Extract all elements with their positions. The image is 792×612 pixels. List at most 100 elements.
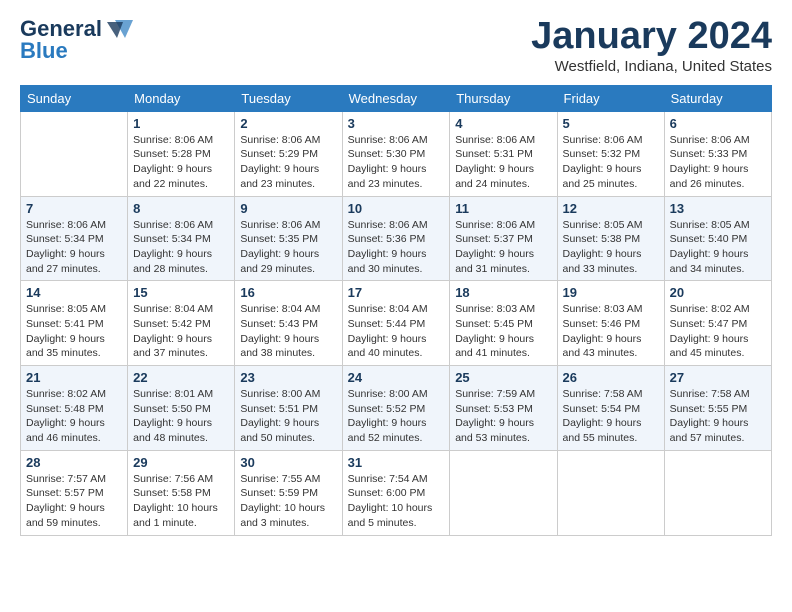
day-info: Sunrise: 8:05 AMSunset: 5:40 PMDaylight:… (670, 218, 766, 277)
day-number: 18 (455, 285, 551, 300)
calendar-day-cell: 12Sunrise: 8:05 AMSunset: 5:38 PMDayligh… (557, 196, 664, 281)
day-number: 31 (348, 455, 445, 470)
calendar-day-cell: 3 Sunrise: 8:06 AMSunset: 5:30 PMDaylight… (342, 111, 450, 196)
day-number: 14 (26, 285, 122, 300)
day-info: Sunrise: 7:56 AMSunset: 5:58 PMDaylight:… (133, 472, 229, 531)
day-info: Sunrise: 7:58 AMSunset: 5:54 PMDaylight:… (563, 387, 659, 446)
day-info: Sunrise: 8:03 AMSunset: 5:46 PMDaylight:… (563, 302, 659, 361)
day-number: 4 (455, 116, 551, 131)
day-number: 23 (240, 370, 336, 385)
calendar-day-cell: 27Sunrise: 7:58 AMSunset: 5:55 PMDayligh… (664, 366, 771, 451)
title-area: January 2024 Westfield, Indiana, United … (531, 16, 772, 75)
calendar-day-cell: 18 Sunrise: 8:03 AMSunset: 5:45 PMDayligh… (450, 281, 557, 366)
day-info: Sunrise: 8:00 AMSunset: 5:51 PMDaylight:… (240, 387, 336, 446)
day-info: Sunrise: 7:58 AMSunset: 5:55 PMDaylight:… (670, 387, 766, 446)
page-header: General Blue January 2024 Westfield, Ind… (20, 16, 772, 75)
calendar-table: SundayMondayTuesdayWednesdayThursdayFrid… (20, 85, 772, 536)
calendar-day-cell: 22Sunrise: 8:01 AMSunset: 5:50 PMDayligh… (128, 366, 235, 451)
day-info: Sunrise: 8:06 AMSunset: 5:31 PMDaylight:… (455, 133, 551, 192)
calendar-day-cell: 5 Sunrise: 8:06 AMSunset: 5:32 PMDaylight… (557, 111, 664, 196)
day-number: 29 (133, 455, 229, 470)
calendar-day-cell: 29 Sunrise: 7:56 AMSunset: 5:58 PMDayligh… (128, 450, 235, 535)
calendar-day-cell: 14Sunrise: 8:05 AMSunset: 5:41 PMDayligh… (21, 281, 128, 366)
day-info: Sunrise: 8:06 AMSunset: 5:34 PMDaylight:… (133, 218, 229, 277)
calendar-day-cell: 16 Sunrise: 8:04 AMSunset: 5:43 PMDayligh… (235, 281, 342, 366)
day-number: 7 (26, 201, 122, 216)
calendar-day-cell (21, 111, 128, 196)
day-number: 20 (670, 285, 766, 300)
day-number: 1 (133, 116, 229, 131)
day-info: Sunrise: 7:57 AMSunset: 5:57 PMDaylight:… (26, 472, 122, 531)
day-number: 2 (240, 116, 336, 131)
day-info: Sunrise: 8:06 AMSunset: 5:37 PMDaylight:… (455, 218, 551, 277)
calendar-day-cell: 10 Sunrise: 8:06 AMSunset: 5:36 PMDayligh… (342, 196, 450, 281)
calendar-day-cell: 6 Sunrise: 8:06 AMSunset: 5:33 PMDaylight… (664, 111, 771, 196)
calendar-day-cell: 30Sunrise: 7:55 AMSunset: 5:59 PMDayligh… (235, 450, 342, 535)
day-number: 12 (563, 201, 659, 216)
calendar-day-cell (664, 450, 771, 535)
day-number: 10 (348, 201, 445, 216)
day-number: 5 (563, 116, 659, 131)
day-number: 24 (348, 370, 445, 385)
calendar-day-cell: 23 Sunrise: 8:00 AMSunset: 5:51 PMDayligh… (235, 366, 342, 451)
day-info: Sunrise: 8:03 AMSunset: 5:45 PMDaylight:… (455, 302, 551, 361)
day-info: Sunrise: 8:02 AMSunset: 5:47 PMDaylight:… (670, 302, 766, 361)
day-info: Sunrise: 7:54 AMSunset: 6:00 PMDaylight:… (348, 472, 445, 531)
calendar-day-cell: 13Sunrise: 8:05 AMSunset: 5:40 PMDayligh… (664, 196, 771, 281)
calendar-day-cell: 21 Sunrise: 8:02 AMSunset: 5:48 PMDayligh… (21, 366, 128, 451)
day-number: 19 (563, 285, 659, 300)
day-number: 21 (26, 370, 122, 385)
day-info: Sunrise: 8:04 AMSunset: 5:43 PMDaylight:… (240, 302, 336, 361)
calendar-day-cell (557, 450, 664, 535)
calendar-day-cell: 4 Sunrise: 8:06 AMSunset: 5:31 PMDaylight… (450, 111, 557, 196)
day-info: Sunrise: 8:06 AMSunset: 5:28 PMDaylight:… (133, 133, 229, 192)
location: Westfield, Indiana, United States (531, 58, 772, 75)
day-number: 9 (240, 201, 336, 216)
day-number: 6 (670, 116, 766, 131)
day-info: Sunrise: 8:06 AMSunset: 5:35 PMDaylight:… (240, 218, 336, 277)
day-number: 3 (348, 116, 445, 131)
logo-icon (105, 18, 135, 40)
day-info: Sunrise: 8:06 AMSunset: 5:33 PMDaylight:… (670, 133, 766, 192)
calendar-day-cell: 31 Sunrise: 7:54 AMSunset: 6:00 PMDayligh… (342, 450, 450, 535)
calendar-week-row: 28 Sunrise: 7:57 AMSunset: 5:57 PMDayligh… (21, 450, 772, 535)
day-number: 30 (240, 455, 336, 470)
day-info: Sunrise: 8:04 AMSunset: 5:44 PMDaylight:… (348, 302, 445, 361)
day-info: Sunrise: 8:06 AMSunset: 5:30 PMDaylight:… (348, 133, 445, 192)
calendar-day-cell: 11 Sunrise: 8:06 AMSunset: 5:37 PMDayligh… (450, 196, 557, 281)
calendar-header: SundayMondayTuesdayWednesdayThursdayFrid… (21, 85, 772, 111)
logo-blue: Blue (20, 38, 68, 64)
calendar-week-row: 21 Sunrise: 8:02 AMSunset: 5:48 PMDayligh… (21, 366, 772, 451)
calendar-day-cell: 15 Sunrise: 8:04 AMSunset: 5:42 PMDayligh… (128, 281, 235, 366)
day-number: 26 (563, 370, 659, 385)
day-of-week-header: Monday (128, 85, 235, 111)
calendar-day-cell: 28 Sunrise: 7:57 AMSunset: 5:57 PMDayligh… (21, 450, 128, 535)
day-number: 28 (26, 455, 122, 470)
day-number: 22 (133, 370, 229, 385)
day-number: 16 (240, 285, 336, 300)
calendar-body: 1 Sunrise: 8:06 AMSunset: 5:28 PMDaylight… (21, 111, 772, 535)
calendar-week-row: 7 Sunrise: 8:06 AMSunset: 5:34 PMDaylight… (21, 196, 772, 281)
day-info: Sunrise: 8:06 AMSunset: 5:36 PMDaylight:… (348, 218, 445, 277)
calendar-day-cell: 25Sunrise: 7:59 AMSunset: 5:53 PMDayligh… (450, 366, 557, 451)
calendar-day-cell: 1 Sunrise: 8:06 AMSunset: 5:28 PMDaylight… (128, 111, 235, 196)
day-info: Sunrise: 8:06 AMSunset: 5:32 PMDaylight:… (563, 133, 659, 192)
calendar-week-row: 14Sunrise: 8:05 AMSunset: 5:41 PMDayligh… (21, 281, 772, 366)
day-number: 8 (133, 201, 229, 216)
day-info: Sunrise: 8:06 AMSunset: 5:34 PMDaylight:… (26, 218, 122, 277)
calendar-day-cell: 26 Sunrise: 7:58 AMSunset: 5:54 PMDayligh… (557, 366, 664, 451)
day-number: 15 (133, 285, 229, 300)
calendar-week-row: 1 Sunrise: 8:06 AMSunset: 5:28 PMDaylight… (21, 111, 772, 196)
calendar-day-cell: 9 Sunrise: 8:06 AMSunset: 5:35 PMDaylight… (235, 196, 342, 281)
day-of-week-header: Friday (557, 85, 664, 111)
day-info: Sunrise: 8:02 AMSunset: 5:48 PMDaylight:… (26, 387, 122, 446)
month-title: January 2024 (531, 16, 772, 58)
header-row: SundayMondayTuesdayWednesdayThursdayFrid… (21, 85, 772, 111)
day-number: 11 (455, 201, 551, 216)
calendar-day-cell: 7 Sunrise: 8:06 AMSunset: 5:34 PMDaylight… (21, 196, 128, 281)
calendar-day-cell: 17Sunrise: 8:04 AMSunset: 5:44 PMDayligh… (342, 281, 450, 366)
day-info: Sunrise: 8:04 AMSunset: 5:42 PMDaylight:… (133, 302, 229, 361)
calendar-day-cell: 20 Sunrise: 8:02 AMSunset: 5:47 PMDayligh… (664, 281, 771, 366)
calendar-day-cell: 2Sunrise: 8:06 AMSunset: 5:29 PMDaylight… (235, 111, 342, 196)
day-of-week-header: Thursday (450, 85, 557, 111)
